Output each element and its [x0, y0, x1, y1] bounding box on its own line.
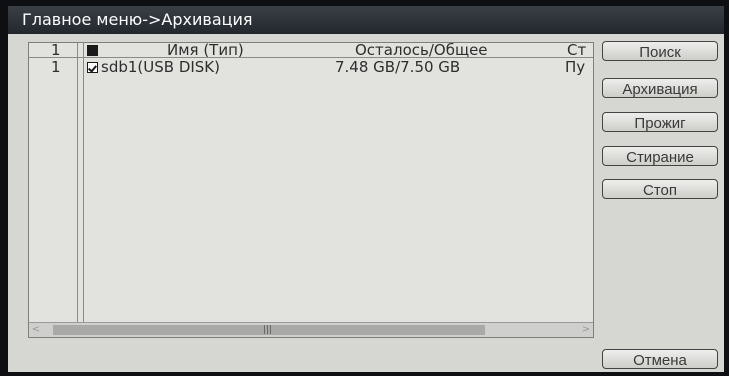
scroll-left-icon[interactable]: <: [29, 323, 43, 337]
archive-button[interactable]: Архивация: [602, 78, 718, 98]
row-status: Пу: [565, 58, 586, 76]
stop-button[interactable]: Стоп: [602, 179, 718, 199]
horizontal-scrollbar[interactable]: < ||| >: [29, 322, 593, 337]
grip-icon: |||: [263, 325, 273, 335]
column-divider: [77, 43, 78, 337]
row-device-name: sdb1(USB DISK): [101, 58, 220, 76]
row-checkbox[interactable]: [87, 62, 98, 73]
column-divider: [83, 43, 84, 337]
window-title: Главное меню->Архивация: [8, 6, 724, 34]
cancel-button[interactable]: Отмена: [602, 349, 718, 369]
row-index: 1: [51, 58, 61, 76]
select-all-checkbox[interactable]: [87, 45, 98, 56]
device-table: 1 Имя (Тип) Осталось/Общее Ст 1 sdb1(USB…: [28, 42, 594, 338]
scroll-thumb[interactable]: |||: [53, 325, 485, 335]
search-button[interactable]: Поиск: [602, 41, 718, 61]
row-space: 7.48 GB/7.50 GB: [335, 58, 461, 76]
header-space[interactable]: Осталось/Общее: [355, 43, 488, 58]
burn-button[interactable]: Прожиг: [602, 112, 718, 132]
scroll-right-icon[interactable]: >: [579, 323, 593, 337]
header-status[interactable]: Ст: [567, 43, 586, 58]
header-index: 1: [51, 42, 61, 59]
backup-panel: 1 Имя (Тип) Осталось/Общее Ст 1 sdb1(USB…: [8, 34, 724, 372]
erase-button[interactable]: Стирание: [602, 146, 718, 166]
header-name[interactable]: Имя (Тип): [167, 43, 244, 58]
